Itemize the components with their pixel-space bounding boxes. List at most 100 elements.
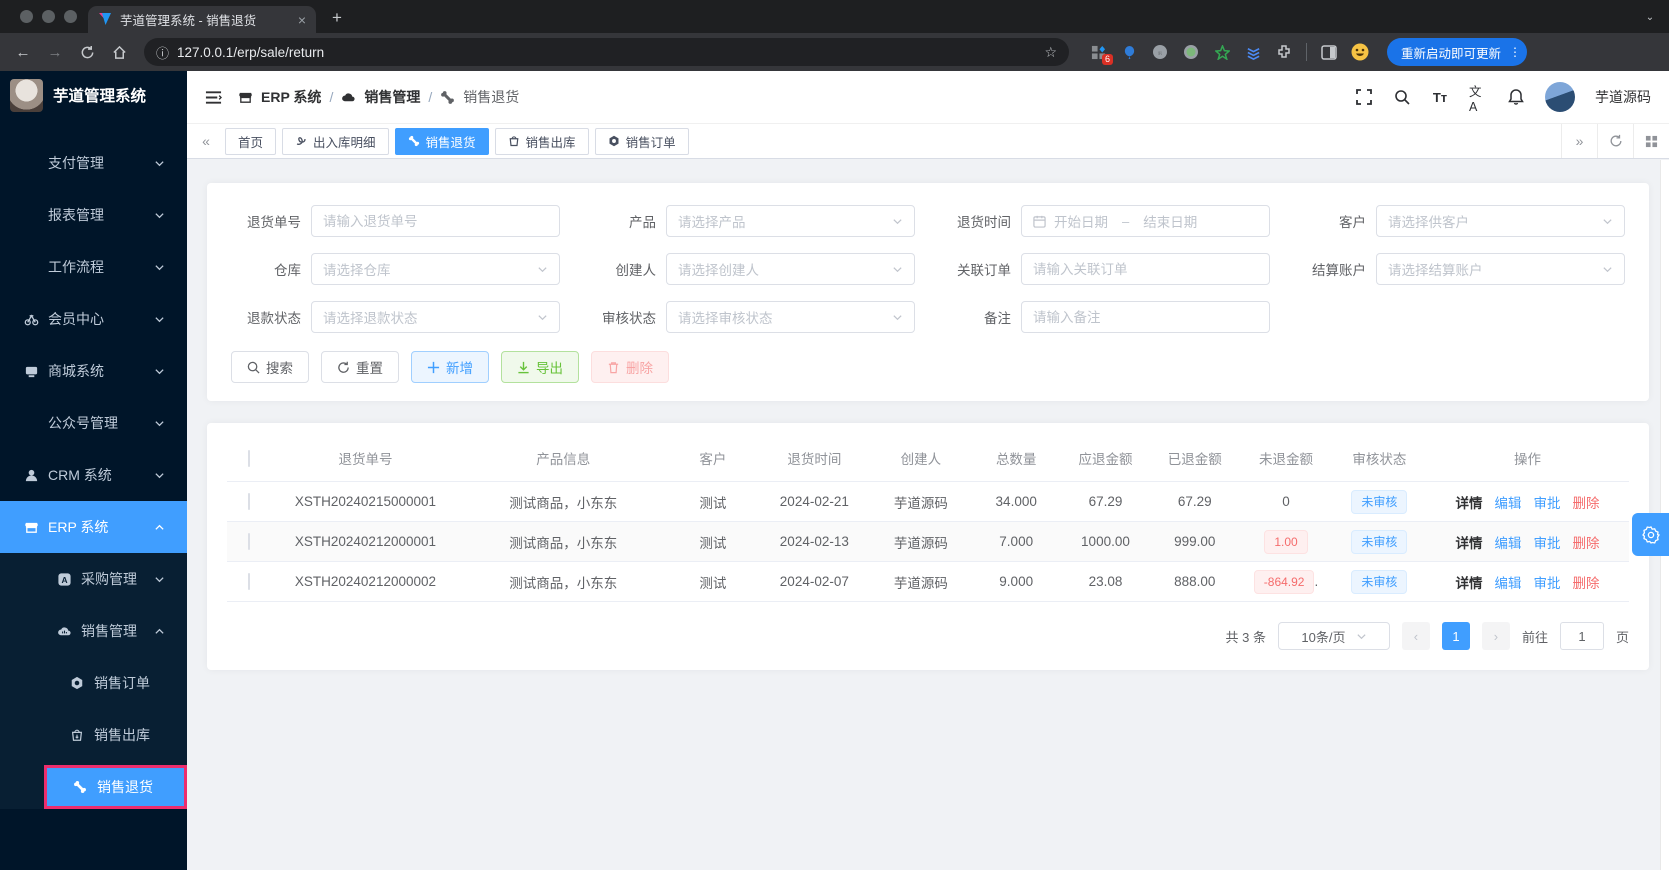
- delete-button[interactable]: 删除: [591, 351, 669, 383]
- site-info-icon[interactable]: ⓘ: [156, 43, 169, 62]
- browser-menu-icon[interactable]: ⋮: [1509, 50, 1521, 54]
- creator-select[interactable]: 请选择创建人: [666, 253, 915, 285]
- breadcrumb-sales[interactable]: 销售管理: [364, 87, 420, 107]
- view-tab-sale-out[interactable]: 销售出库: [495, 128, 589, 155]
- window-close-icon[interactable]: [20, 10, 33, 23]
- remark-input[interactable]: [1033, 310, 1258, 325]
- select-all-checkbox[interactable]: [248, 450, 250, 467]
- layout-grid-icon[interactable]: [1633, 124, 1669, 158]
- audit-status-select[interactable]: 请选择审核状态: [666, 301, 915, 333]
- delete-link[interactable]: 删除: [1573, 492, 1600, 512]
- edit-link[interactable]: 编辑: [1495, 532, 1522, 552]
- sidebar-item-workflow[interactable]: 工作流程: [0, 241, 187, 293]
- fullscreen-icon[interactable]: [1355, 88, 1373, 106]
- forward-icon[interactable]: →: [42, 39, 68, 65]
- export-button[interactable]: 导出: [501, 351, 579, 383]
- delete-link[interactable]: 删除: [1573, 572, 1600, 592]
- detail-link[interactable]: 详情: [1456, 532, 1483, 552]
- row-checkbox[interactable]: [248, 573, 250, 590]
- table-row[interactable]: XSTH20240212000002 测试商品，小东东 测试 2024-02-0…: [227, 562, 1629, 602]
- detail-link[interactable]: 详情: [1456, 492, 1483, 512]
- ext-green-circle-icon[interactable]: [1182, 43, 1200, 61]
- reset-button[interactable]: 重置: [321, 351, 399, 383]
- edit-link[interactable]: 编辑: [1495, 492, 1522, 512]
- sidebar-item-sale-return[interactable]: 销售退货: [44, 765, 187, 809]
- row-checkbox[interactable]: [248, 533, 250, 550]
- bookmark-star-icon[interactable]: ☆: [1044, 44, 1057, 61]
- user-avatar[interactable]: [1545, 82, 1575, 112]
- next-page-button[interactable]: ›: [1482, 622, 1510, 650]
- browser-tab[interactable]: 芋道管理系统 - 销售退货 ×: [88, 6, 316, 33]
- profile-avatar-icon[interactable]: [1351, 43, 1369, 61]
- refund-status-select[interactable]: 请选择退款状态: [311, 301, 560, 333]
- sidebar-item-report[interactable]: 报表管理: [0, 189, 187, 241]
- page-size-select[interactable]: 10条/页: [1278, 622, 1390, 650]
- add-button[interactable]: 新增: [411, 351, 489, 383]
- row-checkbox[interactable]: [248, 493, 250, 510]
- view-tab-stock-detail[interactable]: 出入库明细: [282, 128, 389, 155]
- sidebar-item-purchase[interactable]: A 采购管理: [0, 553, 187, 605]
- ext-green-star-icon[interactable]: [1213, 43, 1231, 61]
- sidebar-item-mall[interactable]: 商城系统: [0, 345, 187, 397]
- detail-link[interactable]: 详情: [1456, 572, 1483, 592]
- approve-link[interactable]: 审批: [1534, 532, 1561, 552]
- start-date-placeholder[interactable]: 开始日期: [1054, 211, 1108, 231]
- sidebar-item-mp[interactable]: 公众号管理: [0, 397, 187, 449]
- breadcrumb-erp[interactable]: ERP 系统: [261, 87, 321, 107]
- tab-search-icon[interactable]: ⌄: [1641, 8, 1659, 26]
- home-icon[interactable]: [106, 39, 132, 65]
- address-bar[interactable]: ⓘ 127.0.0.1/erp/sale/return ☆: [144, 38, 1069, 66]
- settings-gear-button[interactable]: [1632, 513, 1669, 556]
- end-date-placeholder[interactable]: 结束日期: [1143, 211, 1197, 231]
- ext-gray-circle-icon[interactable]: ೫: [1151, 43, 1169, 61]
- window-minimize-icon[interactable]: [42, 10, 55, 23]
- ext-balloon-icon[interactable]: [1120, 43, 1138, 61]
- warehouse-select[interactable]: 请选择仓库: [311, 253, 560, 285]
- back-icon[interactable]: ←: [10, 39, 36, 65]
- search-button[interactable]: 搜索: [231, 351, 309, 383]
- new-tab-button[interactable]: +: [332, 8, 342, 28]
- side-panel-icon[interactable]: [1320, 43, 1338, 61]
- app-logo[interactable]: 芋道管理系统: [0, 71, 187, 119]
- customer-select[interactable]: 请选择供客户: [1376, 205, 1625, 237]
- sidebar-item-member[interactable]: 会员中心: [0, 293, 187, 345]
- goto-page-input[interactable]: [1560, 622, 1604, 650]
- table-row[interactable]: XSTH20240212000001 测试商品，小东东 测试 2024-02-1…: [227, 522, 1629, 562]
- username[interactable]: 芋道源码: [1595, 87, 1651, 107]
- return-time-range-picker[interactable]: 开始日期 – 结束日期: [1021, 205, 1270, 237]
- settlement-account-select[interactable]: 请选择结算账户: [1376, 253, 1625, 285]
- table-row[interactable]: XSTH20240215000001 测试商品，小东东 测试 2024-02-2…: [227, 482, 1629, 522]
- ext-blocker-icon[interactable]: 6: [1089, 43, 1107, 61]
- sidebar-item-sale-order[interactable]: 销售订单: [0, 657, 187, 709]
- approve-link[interactable]: 审批: [1534, 572, 1561, 592]
- refresh-view-icon[interactable]: [1597, 124, 1633, 158]
- url-text[interactable]: 127.0.0.1/erp/sale/return: [177, 45, 1036, 60]
- product-select[interactable]: 请选择产品: [666, 205, 915, 237]
- extensions-puzzle-icon[interactable]: [1275, 43, 1293, 61]
- delete-link[interactable]: 删除: [1573, 532, 1600, 552]
- sidebar-item-sale-out[interactable]: 销售出库: [0, 709, 187, 761]
- language-icon[interactable]: 文A: [1469, 88, 1487, 106]
- reload-icon[interactable]: [74, 39, 100, 65]
- collapse-menu-icon[interactable]: [205, 90, 222, 105]
- window-zoom-icon[interactable]: [64, 10, 77, 23]
- sidebar-item-erp[interactable]: ERP 系统: [0, 501, 187, 553]
- view-tab-home[interactable]: 首页: [225, 128, 276, 155]
- related-order-input[interactable]: [1033, 262, 1258, 277]
- view-tab-sale-return[interactable]: 销售退货: [395, 128, 489, 155]
- font-size-icon[interactable]: Tт: [1431, 88, 1449, 106]
- view-tab-sale-order[interactable]: 销售订单: [595, 128, 689, 155]
- search-icon[interactable]: [1393, 88, 1411, 106]
- sidebar-item-crm[interactable]: CRM 系统: [0, 449, 187, 501]
- prev-page-button[interactable]: ‹: [1402, 622, 1430, 650]
- browser-update-button[interactable]: 重新启动即可更新 ⋮: [1387, 38, 1527, 66]
- tabs-scroll-right-icon[interactable]: »: [1561, 124, 1597, 158]
- tab-close-icon[interactable]: ×: [298, 12, 306, 28]
- ext-chevrons-icon[interactable]: [1244, 43, 1262, 61]
- notification-bell-icon[interactable]: [1507, 88, 1525, 106]
- current-page-button[interactable]: 1: [1442, 622, 1470, 650]
- return-no-input[interactable]: [323, 214, 548, 229]
- edit-link[interactable]: 编辑: [1495, 572, 1522, 592]
- window-controls[interactable]: [20, 10, 77, 23]
- tabs-scroll-left-icon[interactable]: «: [193, 133, 219, 149]
